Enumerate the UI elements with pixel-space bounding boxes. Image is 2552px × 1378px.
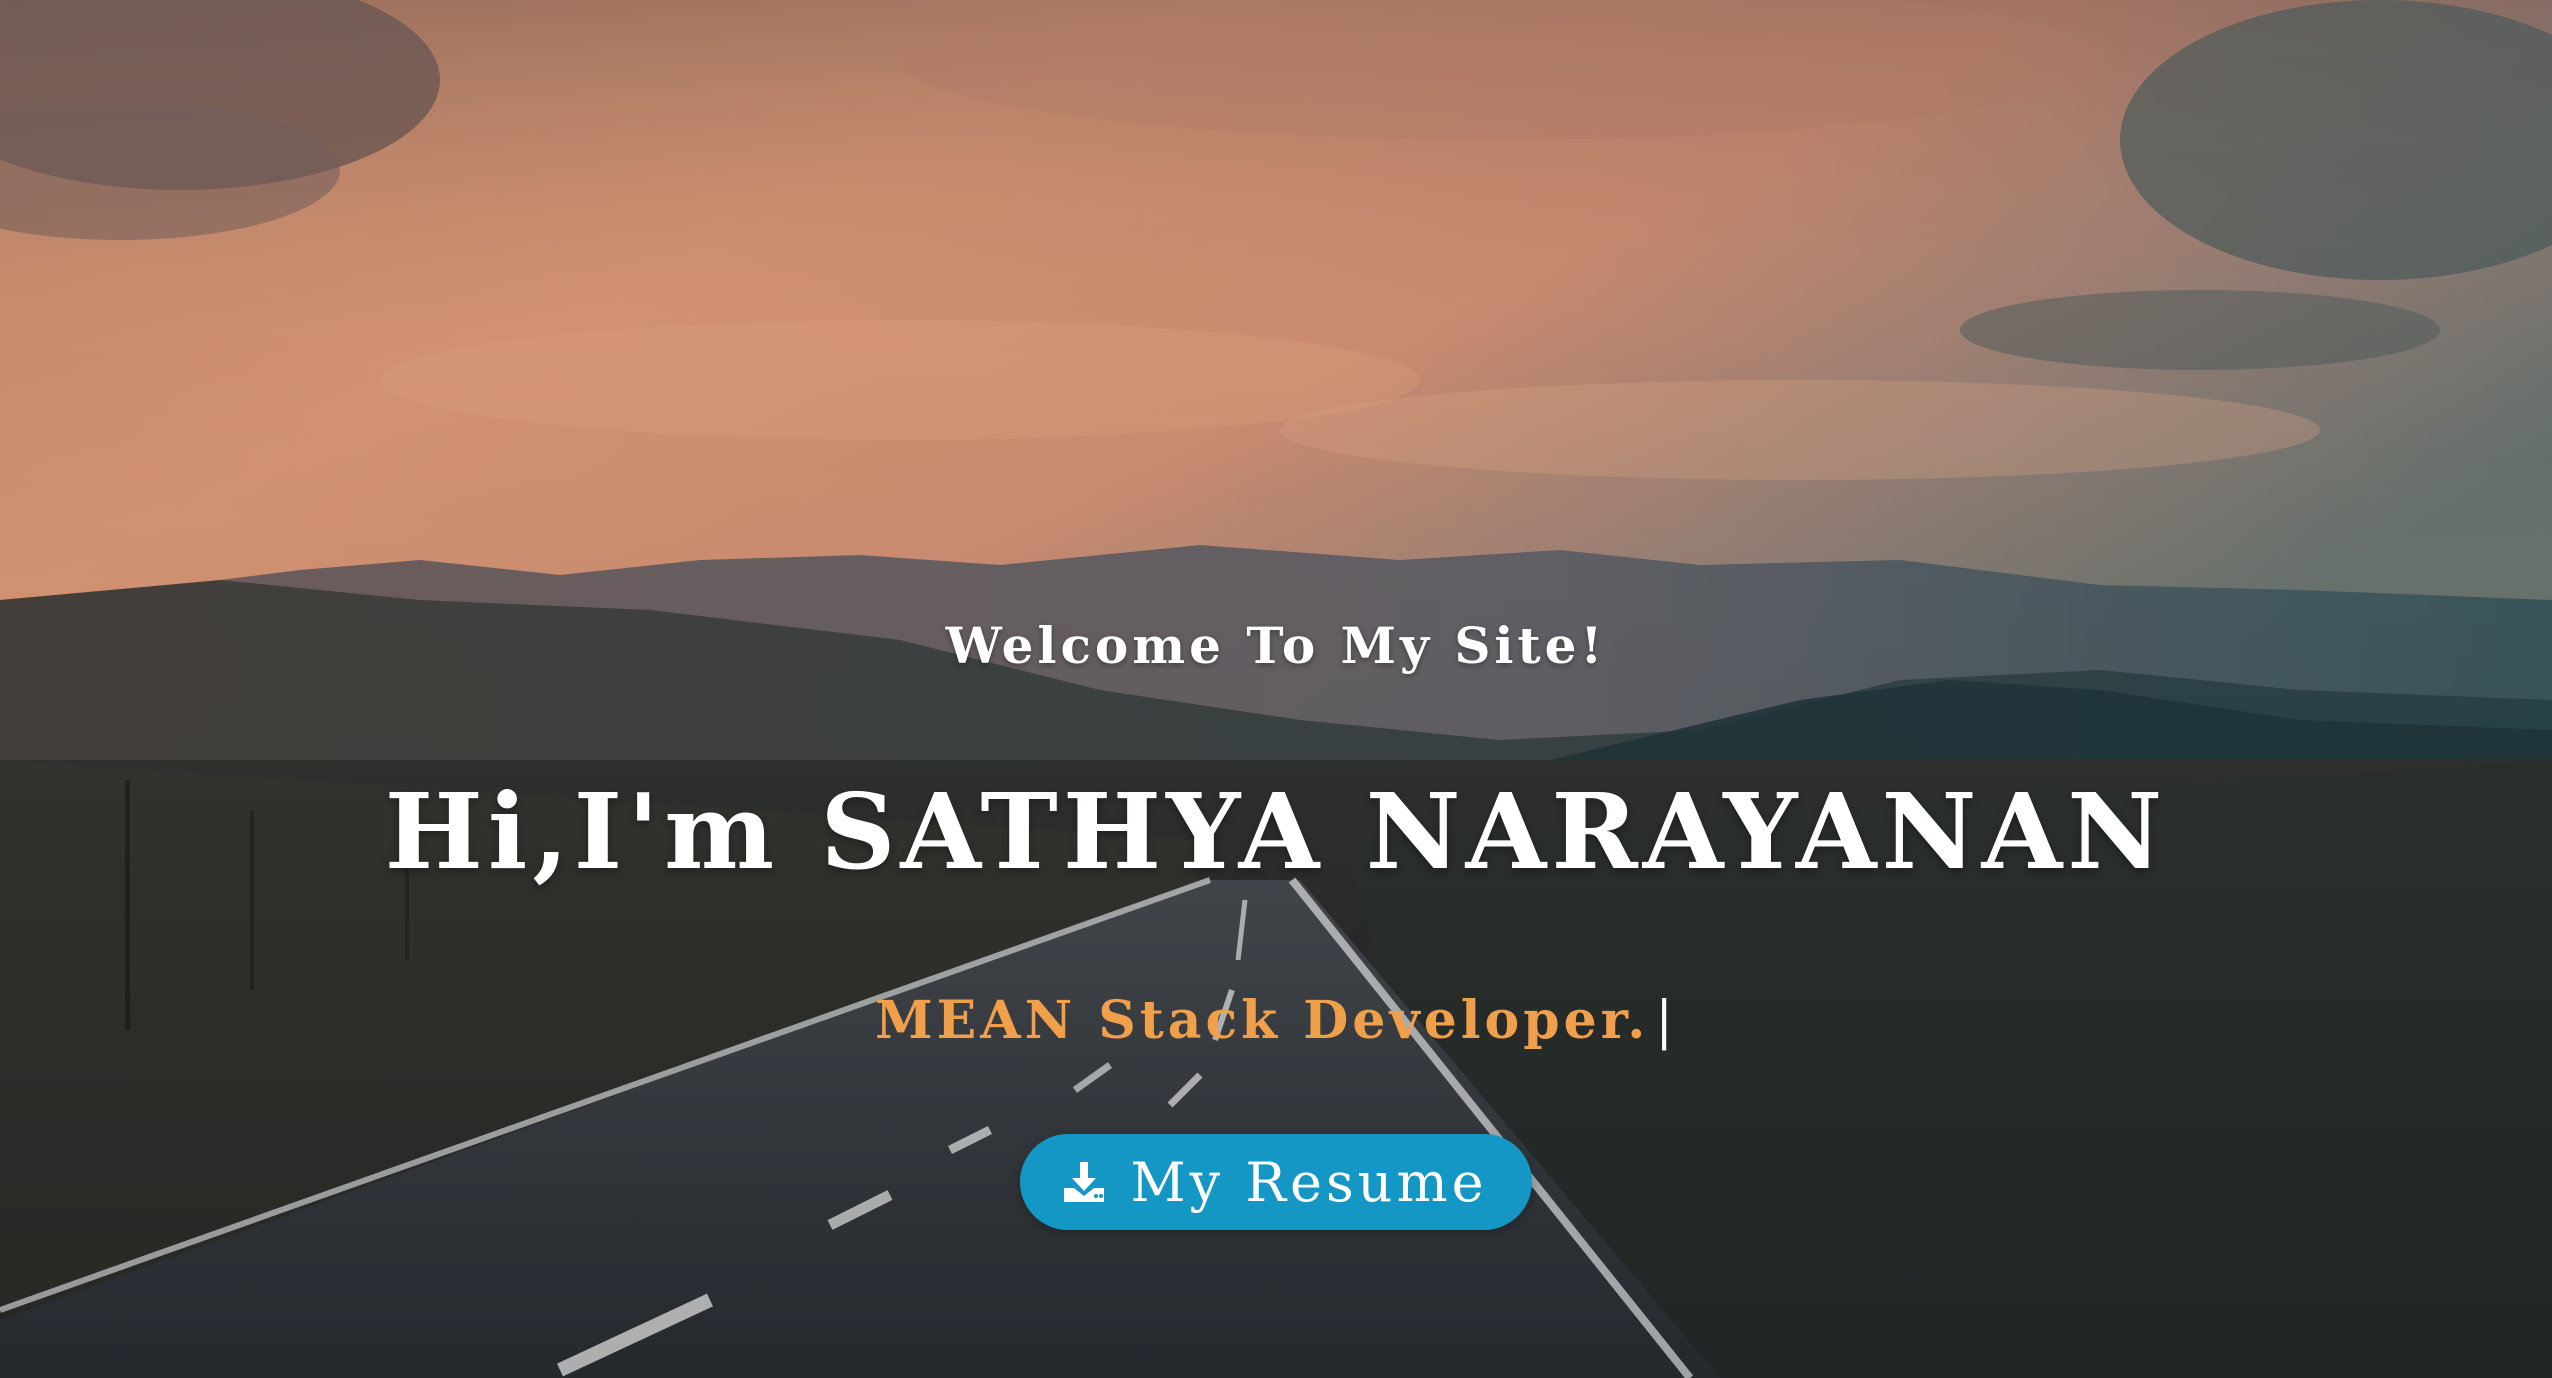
resume-button-wrap: My Resume — [0, 1134, 2552, 1230]
role-typewriter: MEAN Stack Developer. | — [0, 990, 2552, 1051]
name-heading: Hi,I'm SATHYA NARAYANAN — [384, 770, 2168, 893]
hero-content: Welcome To My Site! Hi,I'm SATHYA NARAYA… — [0, 0, 2552, 1378]
hero-section: Welcome To My Site! Hi,I'm SATHYA NARAYA… — [0, 0, 2552, 1378]
my-resume-button-label: My Resume — [1130, 1150, 1488, 1214]
my-resume-button[interactable]: My Resume — [1020, 1134, 1532, 1230]
welcome-heading: Welcome To My Site! — [945, 616, 1607, 675]
role-text: MEAN Stack Developer. — [875, 990, 1650, 1051]
download-icon — [1060, 1158, 1108, 1206]
typing-cursor: | — [1655, 991, 1677, 1051]
